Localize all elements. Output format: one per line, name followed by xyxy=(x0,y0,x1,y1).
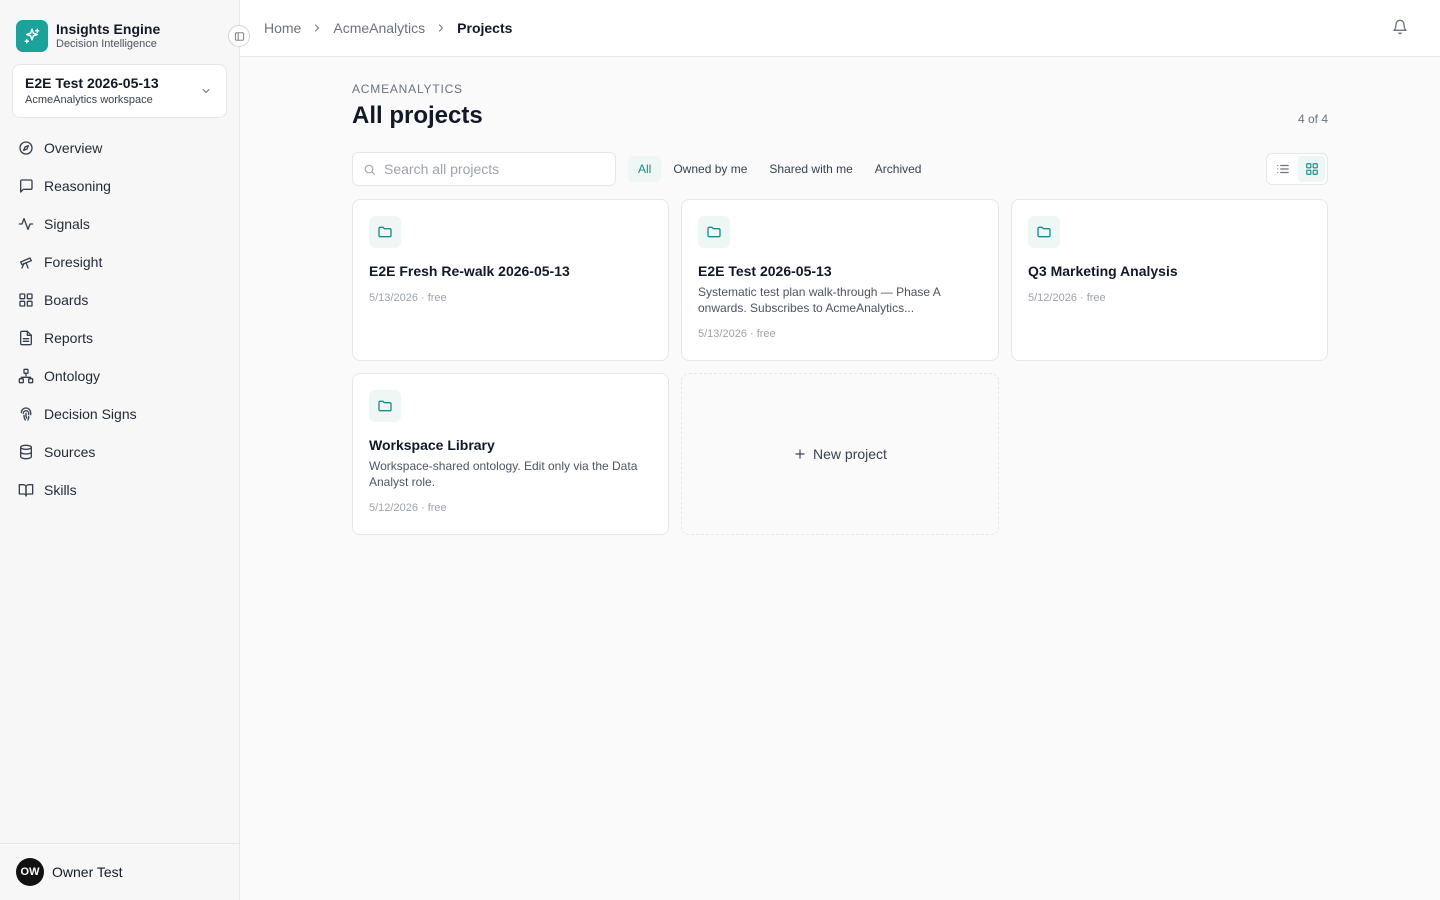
sidebar-item-label: Boards xyxy=(44,292,89,308)
bell-icon xyxy=(1393,19,1407,35)
filter-tabs: All Owned by me Shared with me Archived xyxy=(628,156,931,182)
project-card[interactable]: E2E Test 2026-05-13 Systematic test plan… xyxy=(681,199,999,361)
brand[interactable]: Insights Engine Decision Intelligence xyxy=(16,20,160,52)
folder-icon xyxy=(698,216,730,248)
sidebar-item-overview[interactable]: Overview xyxy=(8,129,232,167)
new-project-label: New project xyxy=(813,446,887,462)
workspace-eyebrow: ACMEANALYTICS xyxy=(352,82,463,96)
filter-shared-with-me[interactable]: Shared with me xyxy=(759,156,862,182)
list-view-button[interactable] xyxy=(1269,156,1296,182)
project-title: E2E Test 2026-05-13 xyxy=(698,263,832,279)
breadcrumb-workspace[interactable]: AcmeAnalytics xyxy=(333,20,425,36)
brand-name: Insights Engine xyxy=(56,21,161,37)
page-title: All projects xyxy=(352,102,483,129)
grid-view-button[interactable] xyxy=(1298,156,1325,182)
breadcrumb-home[interactable]: Home xyxy=(264,20,301,36)
project-title: E2E Fresh Re-walk 2026-05-13 xyxy=(369,263,570,279)
project-description: Workspace-shared ontology. Edit only via… xyxy=(369,459,638,489)
sidebar-item-boards[interactable]: Boards xyxy=(8,281,232,319)
search-box[interactable] xyxy=(352,152,616,186)
book-icon xyxy=(18,484,34,497)
search-input[interactable] xyxy=(384,161,604,177)
sidebar-item-decision-signs[interactable]: Decision Signs xyxy=(8,395,232,433)
main-content: ACMEANALYTICS All projects 4 of 4 All Ow… xyxy=(352,57,1328,535)
avatar: OW xyxy=(16,858,44,886)
sidebar-item-reasoning[interactable]: Reasoning xyxy=(8,167,232,205)
filter-archived[interactable]: Archived xyxy=(865,156,932,182)
network-icon xyxy=(18,368,34,384)
sidebar-item-label: Overview xyxy=(44,140,103,156)
folder-icon xyxy=(1028,216,1060,248)
project-meta: 5/12/2026 · free xyxy=(1028,292,1106,304)
sidebar-item-label: Signals xyxy=(44,216,90,232)
sidebar-item-label: Reports xyxy=(44,330,94,346)
brand-subtitle: Decision Intelligence xyxy=(56,38,157,50)
fingerprint-icon xyxy=(20,407,32,421)
sidebar-item-label: Foresight xyxy=(44,254,103,270)
notifications-button[interactable] xyxy=(1392,19,1408,40)
sidebar-item-label: Skills xyxy=(44,482,77,498)
workspace-title: E2E Test 2026-05-13 xyxy=(25,75,159,91)
user-menu[interactable]: OW Owner Test xyxy=(0,843,239,900)
sidebar-item-label: Sources xyxy=(44,444,96,460)
plus-icon xyxy=(795,449,805,459)
workspace-switcher[interactable]: E2E Test 2026-05-13 AcmeAnalytics worksp… xyxy=(12,64,227,118)
file-text-icon xyxy=(20,330,32,346)
sidebar-item-signals[interactable]: Signals xyxy=(8,205,232,243)
filter-all[interactable]: All xyxy=(628,156,662,182)
toolbar: All Owned by me Shared with me Archived xyxy=(352,152,1328,186)
workspace-subtitle: AcmeAnalytics workspace xyxy=(25,94,153,106)
topbar: Home AcmeAnalytics Projects xyxy=(240,0,1440,57)
folder-icon xyxy=(369,216,401,248)
chevron-right-icon xyxy=(439,24,444,32)
sidebar-item-reports[interactable]: Reports xyxy=(8,319,232,357)
telescope-icon xyxy=(20,257,32,269)
sidebar-toggle-icon xyxy=(234,31,244,41)
collapse-sidebar-button[interactable] xyxy=(228,25,250,47)
grid-icon xyxy=(19,293,33,307)
view-toggle xyxy=(1266,153,1328,185)
project-count: 4 of 4 xyxy=(1297,112,1328,126)
sidebar-nav: Overview Reasoning Signals Foresight Boa… xyxy=(8,129,232,509)
grid-icon xyxy=(1305,163,1318,175)
message-icon xyxy=(20,179,33,193)
project-card[interactable]: Q3 Marketing Analysis 5/12/2026 · free xyxy=(1011,199,1328,361)
activity-icon xyxy=(18,218,34,230)
project-description: Systematic test plan walk-through — Phas… xyxy=(698,285,941,315)
compass-icon xyxy=(19,141,33,155)
sparkles-icon xyxy=(16,20,48,52)
sidebar-item-label: Decision Signs xyxy=(44,406,137,422)
new-project-button[interactable]: New project xyxy=(681,373,999,535)
sidebar-item-sources[interactable]: Sources xyxy=(8,433,232,471)
project-card[interactable]: E2E Fresh Re-walk 2026-05-13 5/13/2026 ·… xyxy=(352,199,669,361)
search-icon xyxy=(364,164,375,175)
list-icon xyxy=(1276,164,1289,174)
project-meta: 5/13/2026 · free xyxy=(369,292,447,304)
project-title: Workspace Library xyxy=(369,437,495,453)
chevron-down-icon xyxy=(202,89,210,93)
project-title: Q3 Marketing Analysis xyxy=(1028,263,1178,279)
folder-icon xyxy=(369,390,401,422)
database-icon xyxy=(20,444,32,460)
project-meta: 5/13/2026 · free xyxy=(698,328,776,340)
project-grid: E2E Fresh Re-walk 2026-05-13 5/13/2026 ·… xyxy=(352,199,1328,535)
sidebar-item-skills[interactable]: Skills xyxy=(8,471,232,509)
breadcrumb-current: Projects xyxy=(457,20,513,36)
breadcrumb: Home AcmeAnalytics Projects xyxy=(264,20,512,36)
sidebar: Insights Engine Decision Intelligence E2… xyxy=(0,0,250,900)
sidebar-item-ontology[interactable]: Ontology xyxy=(8,357,232,395)
project-card[interactable]: Workspace Library Workspace-shared ontol… xyxy=(352,373,669,535)
sidebar-item-foresight[interactable]: Foresight xyxy=(8,243,232,281)
chevron-right-icon xyxy=(315,24,320,32)
filter-owned-by-me[interactable]: Owned by me xyxy=(663,156,757,182)
sidebar-item-label: Reasoning xyxy=(44,178,111,194)
user-name: Owner Test xyxy=(52,864,123,880)
project-meta: 5/12/2026 · free xyxy=(369,502,447,514)
sidebar-item-label: Ontology xyxy=(44,368,101,384)
